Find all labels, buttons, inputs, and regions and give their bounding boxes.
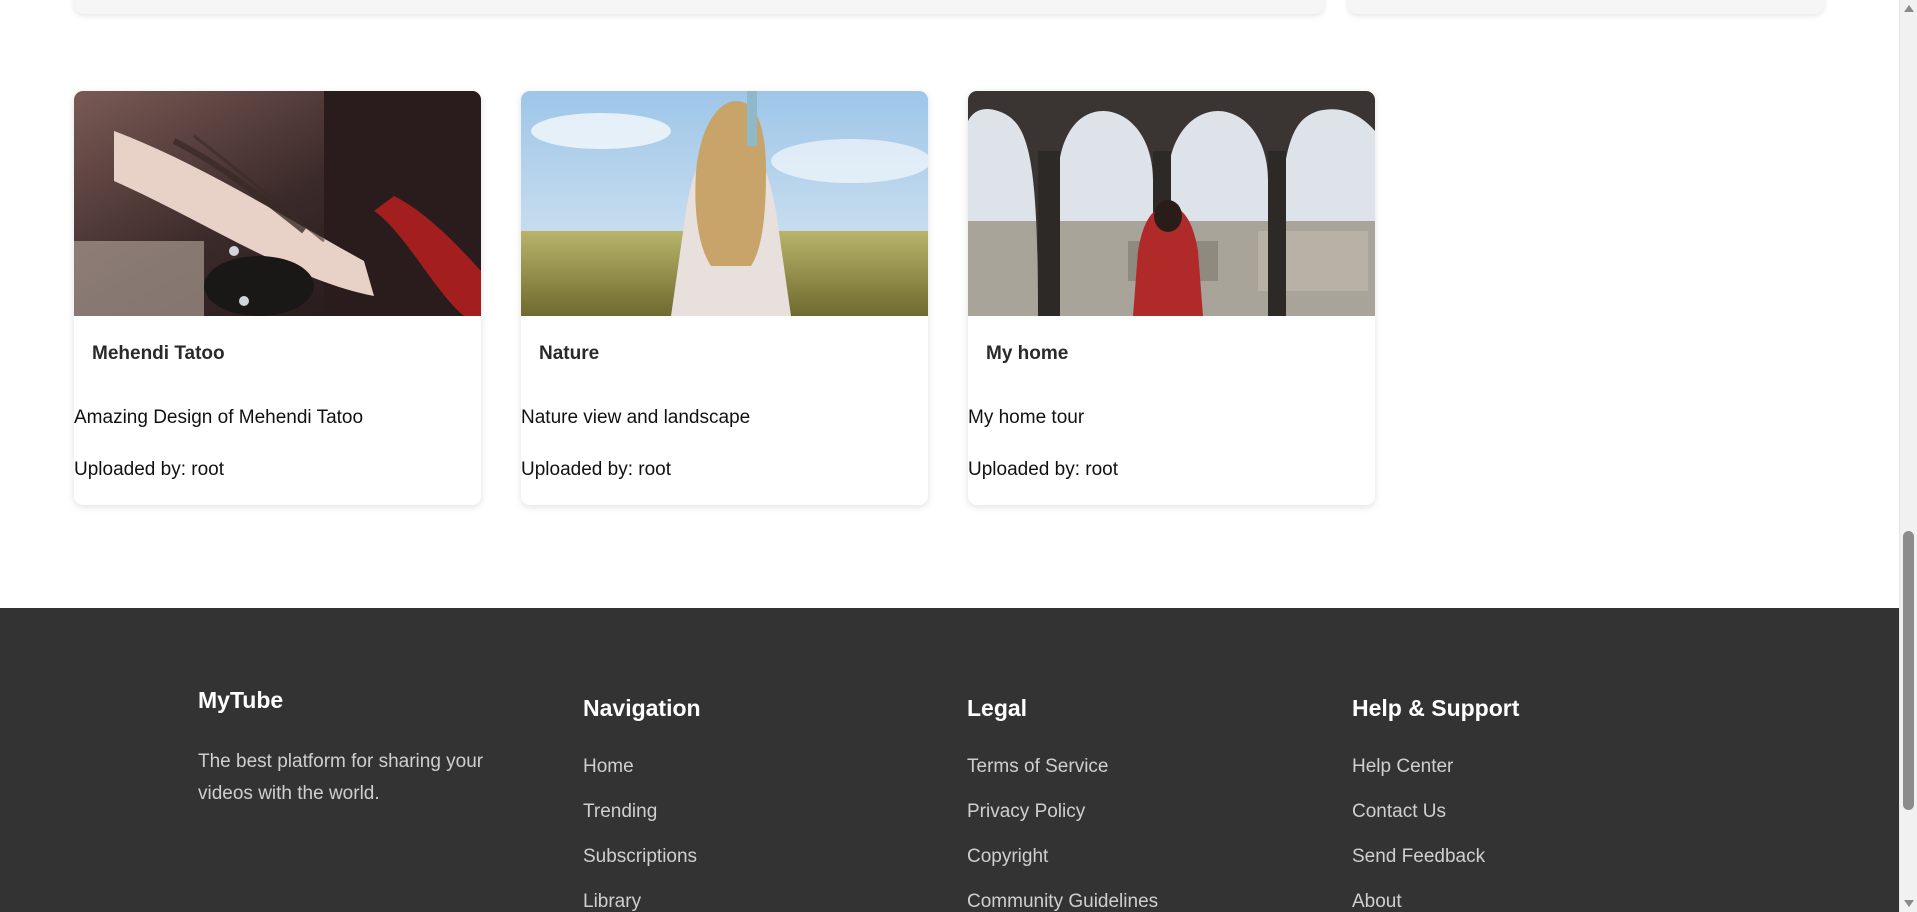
scrollbar-thumb[interactable] bbox=[1903, 531, 1914, 810]
video-thumbnail[interactable] bbox=[74, 91, 481, 316]
video-thumbnail[interactable] bbox=[968, 91, 1375, 316]
scroll-up-arrow-icon[interactable] bbox=[1904, 5, 1914, 12]
video-card[interactable]: Mehendi Tatoo Amazing Design of Mehendi … bbox=[74, 91, 481, 505]
video-card[interactable]: Nature Nature view and landscape Uploade… bbox=[521, 91, 928, 505]
video-uploader: Uploaded by: root bbox=[74, 459, 224, 480]
footer-link-subscriptions[interactable]: Subscriptions bbox=[583, 846, 697, 891]
footer-link-feedback[interactable]: Send Feedback bbox=[1352, 846, 1485, 891]
video-uploader: Uploaded by: root bbox=[521, 459, 671, 480]
scroll-down-arrow-icon[interactable] bbox=[1904, 900, 1914, 907]
video-title[interactable]: My home bbox=[986, 343, 1068, 365]
video-uploader: Uploaded by: root bbox=[968, 459, 1118, 480]
footer-link-help-center[interactable]: Help Center bbox=[1352, 756, 1485, 801]
footer-heading-navigation: Navigation bbox=[583, 695, 701, 721]
footer-link-library[interactable]: Library bbox=[583, 891, 697, 912]
footer-navigation-links: Home Trending Subscriptions Library bbox=[583, 756, 697, 912]
video-description: My home tour bbox=[968, 407, 1085, 428]
video-description: Amazing Design of Mehendi Tatoo bbox=[74, 407, 364, 428]
video-thumbnail[interactable] bbox=[521, 91, 928, 316]
video-description: Nature view and landscape bbox=[521, 407, 751, 428]
my-home-thumbnail-image bbox=[968, 91, 1375, 316]
vertical-scrollbar[interactable] bbox=[1899, 0, 1917, 912]
footer-logo-text[interactable]: MyTube bbox=[198, 687, 283, 714]
footer-link-trending[interactable]: Trending bbox=[583, 801, 697, 846]
footer-link-home[interactable]: Home bbox=[583, 756, 697, 801]
footer-link-about[interactable]: About bbox=[1352, 891, 1485, 912]
mehendi-thumbnail-image bbox=[74, 91, 481, 316]
footer-link-copyright[interactable]: Copyright bbox=[967, 846, 1158, 891]
video-card[interactable]: My home My home tour Uploaded by: root bbox=[968, 91, 1375, 505]
browser-viewport: Mehendi Tatoo Amazing Design of Mehendi … bbox=[0, 0, 1917, 912]
footer-link-community-guidelines[interactable]: Community Guidelines bbox=[967, 891, 1158, 912]
footer-heading-legal: Legal bbox=[967, 695, 1028, 721]
previous-section-card-side bbox=[1348, 0, 1824, 14]
footer-link-contact[interactable]: Contact Us bbox=[1352, 801, 1485, 846]
page-content: Mehendi Tatoo Amazing Design of Mehendi … bbox=[0, 0, 1899, 912]
video-title[interactable]: Mehendi Tatoo bbox=[92, 343, 225, 365]
footer-help-links: Help Center Contact Us Send Feedback Abo… bbox=[1352, 756, 1485, 912]
footer-link-privacy[interactable]: Privacy Policy bbox=[967, 801, 1158, 846]
footer-tagline: The best platform for sharing your video… bbox=[198, 751, 484, 804]
footer-heading-help: Help & Support bbox=[1352, 695, 1520, 721]
footer-legal-links: Terms of Service Privacy Policy Copyrigh… bbox=[967, 756, 1158, 912]
previous-section-card bbox=[74, 0, 1324, 14]
site-footer: MyTube The best platform for sharing you… bbox=[0, 608, 1899, 912]
video-title[interactable]: Nature bbox=[539, 343, 599, 365]
nature-thumbnail-image bbox=[521, 91, 928, 316]
footer-link-terms[interactable]: Terms of Service bbox=[967, 756, 1158, 801]
